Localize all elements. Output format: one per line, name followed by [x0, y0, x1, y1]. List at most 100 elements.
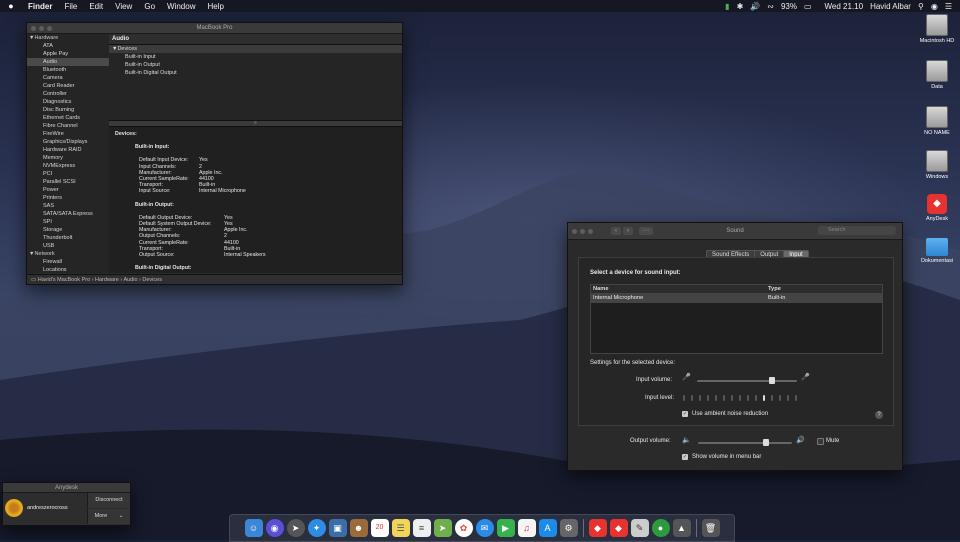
clock[interactable]: Wed 21.10: [825, 2, 864, 11]
menu-help[interactable]: Help: [201, 2, 229, 11]
sidebar-item[interactable]: Ethernet Cards: [27, 114, 109, 122]
chrome-icon[interactable]: ●: [651, 519, 670, 537]
ejected-drive-icon[interactable]: ▲: [672, 519, 691, 537]
sidebar-item[interactable]: USB: [27, 242, 109, 250]
desktop-icon-no-name[interactable]: NO NAME: [917, 106, 957, 136]
notes-icon[interactable]: ☰: [391, 519, 410, 537]
sidebar-item[interactable]: Thunderbolt: [27, 234, 109, 242]
desktop-icon-data[interactable]: Data: [917, 60, 957, 90]
sidebar-item[interactable]: Printers: [27, 194, 109, 202]
sidebar-category[interactable]: ▼Network: [27, 250, 109, 258]
desktop-icon-anydesk[interactable]: ◆ AnyDesk: [917, 194, 957, 222]
sidebar-item[interactable]: SAS: [27, 202, 109, 210]
photos-icon[interactable]: ✿: [454, 519, 473, 537]
sidebar-item[interactable]: Card Reader: [27, 82, 109, 90]
mute-checkbox[interactable]: [817, 438, 824, 445]
music-icon[interactable]: ♫: [517, 519, 536, 537]
disconnect-button[interactable]: Disconnect: [87, 493, 130, 508]
desktop-icon-dokumentasi[interactable]: Dokumentasi: [917, 238, 957, 264]
sidebar-item[interactable]: Bluetooth: [27, 66, 109, 74]
messages-icon[interactable]: ✉: [475, 519, 494, 537]
ambient-noise-checkbox[interactable]: ✓: [682, 411, 688, 417]
menu-finder[interactable]: Finder: [22, 2, 58, 11]
menu-file[interactable]: File: [58, 2, 83, 11]
sidebar-item[interactable]: NVMExpress: [27, 162, 109, 170]
sidebar-item[interactable]: Power: [27, 186, 109, 194]
sidebar-item[interactable]: Graphics/Displays: [27, 138, 109, 146]
anydesk-icon[interactable]: ◆: [609, 519, 628, 537]
output-volume-slider[interactable]: [698, 439, 792, 446]
tree-item-built-in-output[interactable]: Built-in Output: [109, 61, 402, 69]
menu-view[interactable]: View: [109, 2, 138, 11]
sidebar-item[interactable]: Parallel SCSI: [27, 178, 109, 186]
column-type[interactable]: Type: [768, 285, 878, 293]
sidebar-item[interactable]: Fibre Channel: [27, 122, 109, 130]
help-icon[interactable]: ?: [875, 411, 883, 419]
app-store-icon[interactable]: A: [538, 519, 557, 537]
input-volume-thumb[interactable]: [769, 377, 775, 384]
desktop-icon-windows[interactable]: Windows: [917, 150, 957, 180]
sidebar-item[interactable]: Disc Burning: [27, 106, 109, 114]
tree-item-devices[interactable]: ▼Devices: [109, 45, 402, 53]
maps-icon[interactable]: ➤: [433, 519, 452, 537]
notification-center-icon[interactable]: ☰: [945, 2, 952, 11]
sidebar-item[interactable]: Locations: [27, 266, 109, 273]
bluetooth-icon[interactable]: ✱: [737, 2, 744, 11]
system-preferences-icon[interactable]: ⚙: [559, 519, 578, 537]
menu-edit[interactable]: Edit: [83, 2, 109, 11]
spotlight-icon[interactable]: ⚲: [918, 2, 924, 11]
volume-icon[interactable]: 🔊: [750, 2, 760, 11]
sidebar-item[interactable]: Audio: [27, 58, 109, 66]
anydesk-icon[interactable]: ◆: [588, 519, 607, 537]
user-name[interactable]: Havid Albar: [870, 2, 911, 11]
menu-window[interactable]: Window: [161, 2, 201, 11]
sidebar-item[interactable]: FireWire: [27, 130, 109, 138]
signal-icon[interactable]: ▮: [725, 2, 729, 11]
sidebar-item[interactable]: SATA/SATA Express: [27, 210, 109, 218]
siri-icon[interactable]: ◉: [931, 2, 938, 11]
facetime-icon[interactable]: ▶: [496, 519, 515, 537]
section-header[interactable]: Audio: [109, 34, 402, 45]
output-volume-thumb[interactable]: [762, 439, 769, 446]
battery-percent[interactable]: 93%: [781, 2, 797, 11]
siri-icon[interactable]: ◉: [265, 519, 284, 537]
more-button[interactable]: More ⌄: [87, 509, 130, 524]
sidebar-item[interactable]: SPI: [27, 218, 109, 226]
menu-go[interactable]: Go: [138, 2, 161, 11]
show-volume-checkbox[interactable]: ✓: [682, 454, 688, 460]
sidebar-item[interactable]: Firewall: [27, 258, 109, 266]
anydesk-titlebar[interactable]: Anydesk: [3, 483, 130, 493]
sidebar-item[interactable]: Apple Pay: [27, 50, 109, 58]
sidebar-item[interactable]: ATA: [27, 42, 109, 50]
sidebar-item[interactable]: Diagnostics: [27, 98, 109, 106]
safari-icon[interactable]: ✦: [307, 519, 326, 537]
wifi-icon[interactable]: ∾: [767, 2, 774, 11]
apple-menu-icon[interactable]: ●: [0, 1, 22, 11]
sidebar-item[interactable]: Camera: [27, 74, 109, 82]
input-volume-slider[interactable]: [697, 377, 797, 384]
tree-item-built-in-input[interactable]: Built-in Input: [109, 53, 402, 61]
sidebar-item[interactable]: PCI: [27, 170, 109, 178]
desktop-icon-macintosh-hd[interactable]: Macintosh HD: [917, 14, 957, 44]
tree-item-built-in-digital-output[interactable]: Built-in Digital Output: [109, 69, 402, 77]
search-field[interactable]: Search: [818, 226, 896, 235]
sysinfo-titlebar[interactable]: MacBook Pro: [27, 23, 402, 34]
column-name[interactable]: Name: [591, 285, 768, 293]
contacts-icon[interactable]: ☻: [349, 519, 368, 537]
sidebar-item[interactable]: Memory: [27, 154, 109, 162]
split-handle-icon[interactable]: ≡: [109, 120, 402, 127]
finder-icon[interactable]: ☺: [244, 519, 263, 537]
sidebar-item[interactable]: Storage: [27, 226, 109, 234]
sidebar-item[interactable]: Controller: [27, 90, 109, 98]
trash-icon[interactable]: 🗑: [701, 519, 720, 537]
calendar-icon[interactable]: 20: [370, 519, 389, 537]
photo-viewer-icon[interactable]: ▣: [328, 519, 347, 537]
preview-icon[interactable]: ✎: [630, 519, 649, 537]
sidebar-item[interactable]: Hardware RAID: [27, 146, 109, 154]
table-row[interactable]: Internal Microphone Built-in: [591, 294, 882, 303]
sidebar-category[interactable]: ▼Hardware: [27, 34, 109, 42]
launchpad-icon[interactable]: ➤: [286, 519, 305, 537]
battery-icon[interactable]: ▭: [804, 2, 812, 11]
reminders-icon[interactable]: ≡: [412, 519, 431, 537]
sound-titlebar[interactable]: ‹ › ⋯ Sound Search: [568, 223, 902, 240]
